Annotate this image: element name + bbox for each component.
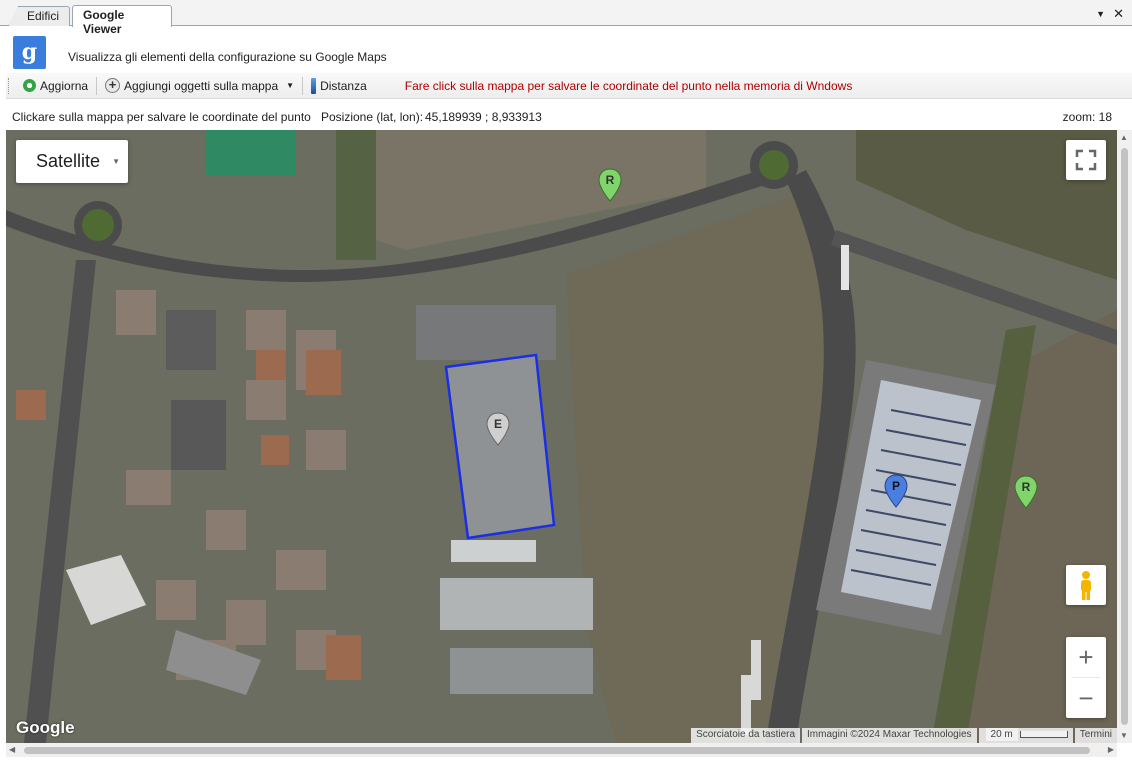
horizontal-scroll-thumb[interactable] (24, 747, 1090, 754)
map-attribution: Scorciatoie da tastiera Immagini ©2024 M… (689, 728, 1117, 743)
pegman-icon (1081, 571, 1091, 600)
horizontal-scrollbar[interactable]: ◀ ▶ (6, 743, 1117, 757)
distance-button[interactable]: Distanza (305, 75, 373, 97)
add-icon: + (105, 78, 121, 93)
fullscreen-button[interactable] (1066, 140, 1106, 180)
status-line: Clickare sulla mappa per salvare le coor… (0, 100, 1132, 130)
satellite-imagery[interactable] (6, 130, 1117, 743)
zoom-in-button[interactable]: + (1066, 637, 1106, 677)
zoom-level: zoom: 18 (1062, 110, 1112, 124)
fullscreen-icon (1075, 149, 1097, 171)
dropdown-arrow-icon: ▼ (112, 157, 120, 166)
add-objects-label: Aggiungi oggetti sulla mappa (124, 78, 279, 93)
refresh-button[interactable]: Aggiorna (17, 75, 94, 97)
google-watermark: Google (16, 718, 75, 737)
position-label: Posizione (lat, lon): (321, 110, 424, 124)
map-marker[interactable]: R (1014, 475, 1038, 509)
toolbar-hint: Fare click sulla mappa per salvare le co… (404, 78, 853, 93)
toolbar: Aggiorna + Aggiungi oggetti sulla mappa … (0, 73, 1132, 99)
scroll-up-icon[interactable]: ▲ (1120, 133, 1128, 142)
marker-letter: P (892, 479, 900, 493)
map-marker[interactable]: R (598, 168, 622, 202)
terms-link[interactable]: Termini (1074, 728, 1117, 743)
distance-label: Distanza (320, 78, 367, 93)
chevron-down-icon[interactable]: ▼ (1096, 6, 1105, 22)
scroll-left-icon[interactable]: ◀ (9, 745, 15, 754)
add-objects-button[interactable]: + Aggiungi oggetti sulla mappa ▼ (99, 75, 300, 97)
scale-indicator[interactable]: 20 m (978, 728, 1073, 743)
marker-letter: E (494, 417, 502, 431)
header-description: Visualizza gli elementi della configuraz… (68, 50, 387, 64)
dropdown-arrow-icon: ▼ (286, 81, 295, 90)
refresh-label: Aggiorna (40, 78, 89, 93)
scale-bar (1019, 730, 1068, 738)
marker-letter: R (606, 173, 615, 187)
map-type-label: Satellite (36, 151, 101, 171)
keyboard-shortcuts-link[interactable]: Scorciatoie da tastiera (691, 728, 801, 743)
click-instruction: Clickare sulla mappa per salvare le coor… (12, 110, 311, 124)
ruler-icon (311, 77, 317, 94)
map-view[interactable]: R E P R Satellite ▼ + − Google Scorciato… (6, 130, 1117, 743)
tab-edifici[interactable]: Edifici (8, 6, 70, 26)
close-icon[interactable]: ✕ (1113, 6, 1124, 22)
google-logo-icon: g (13, 36, 46, 69)
position-value: 45,189939 ; 8,933913 (425, 110, 542, 124)
scroll-right-icon[interactable]: ▶ (1108, 745, 1114, 754)
toolbar-separator (96, 76, 98, 95)
toolbar-separator (302, 76, 304, 95)
header: g Visualizza gli elementi della configur… (0, 27, 1132, 73)
zoom-control: + − (1066, 637, 1106, 718)
tab-google-viewer[interactable]: Google Viewer (72, 5, 172, 36)
tab-strip: Edifici Google Viewer ▼ ✕ (0, 0, 1132, 36)
map-type-selector[interactable]: Satellite ▼ (16, 140, 128, 183)
map-marker[interactable]: E (486, 412, 510, 446)
marker-letter: R (1022, 480, 1031, 494)
vertical-scrollbar[interactable]: ▲ ▼ (1117, 130, 1132, 743)
zoom-out-button[interactable]: − (1066, 678, 1106, 718)
map-marker[interactable]: P (884, 474, 908, 508)
toolbar-grip[interactable] (8, 77, 11, 94)
vertical-scroll-thumb[interactable] (1121, 148, 1128, 725)
scroll-down-icon[interactable]: ▼ (1120, 731, 1128, 740)
refresh-icon (23, 79, 36, 92)
street-view-button[interactable] (1066, 565, 1106, 605)
imagery-credit: Immagini ©2024 Maxar Technologies (802, 728, 977, 743)
